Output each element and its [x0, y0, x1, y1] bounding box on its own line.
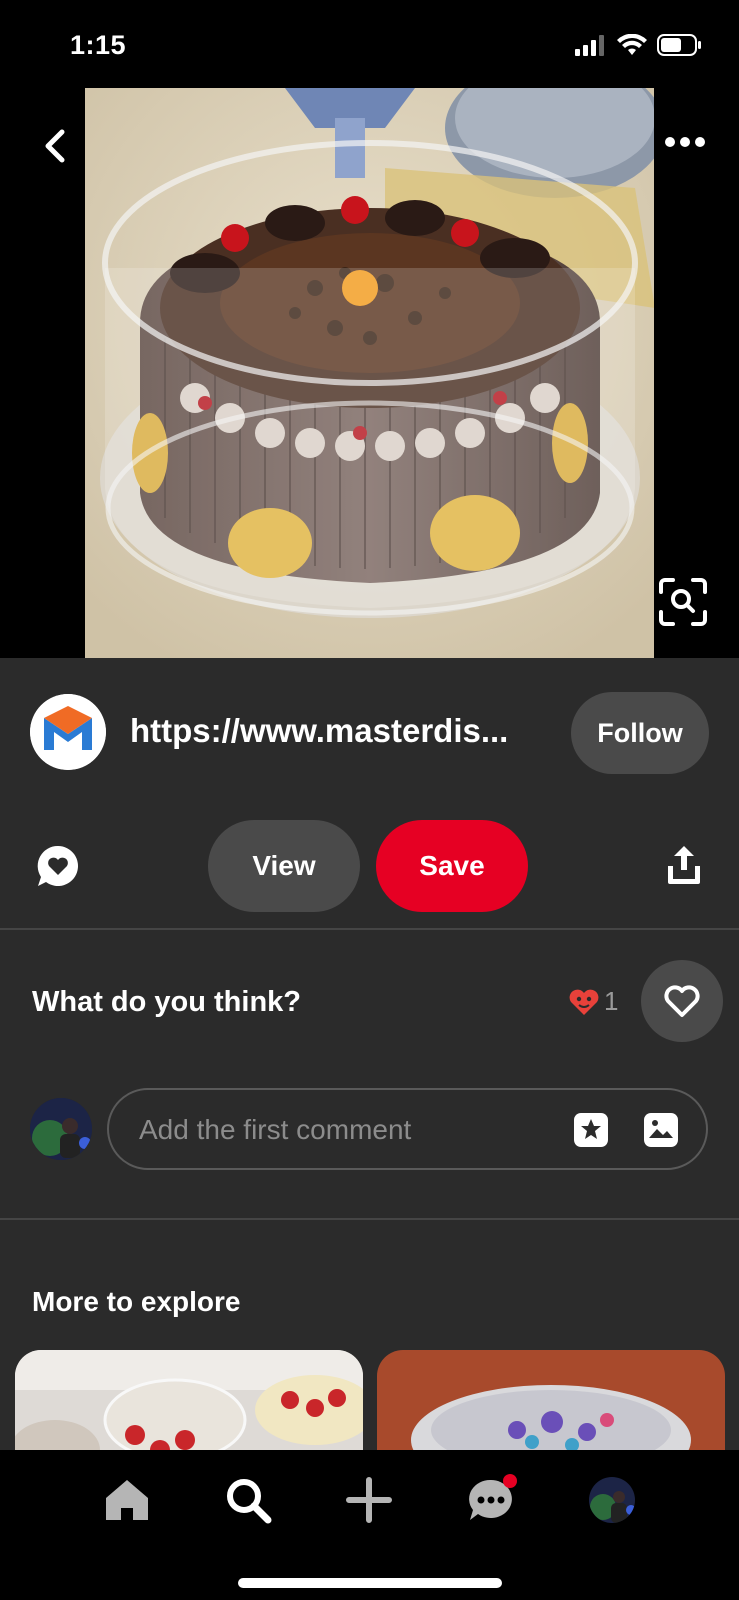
like-button[interactable] — [641, 960, 723, 1042]
reaction-summary[interactable]: 1 — [568, 986, 618, 1017]
share-button[interactable] — [665, 844, 703, 886]
cellular-signal-icon — [575, 35, 604, 56]
section-divider — [0, 1218, 739, 1220]
comment-input[interactable]: Add the first comment — [107, 1088, 708, 1170]
feedback-prompt: What do you think? — [32, 986, 302, 1018]
bottom-tab-bar — [0, 1450, 739, 1600]
pin-hero — [0, 88, 739, 658]
tab-messages[interactable] — [461, 1472, 521, 1528]
section-divider — [0, 928, 739, 930]
tab-profile[interactable] — [582, 1472, 642, 1528]
profile-avatar — [589, 1477, 635, 1523]
pin-details-panel: https://www.masterdis... Follow View Sav… — [0, 658, 739, 1470]
back-chevron-icon — [45, 129, 65, 163]
comment-button[interactable] — [36, 844, 80, 888]
user-avatar[interactable] — [30, 1098, 92, 1160]
status-bar: 1:15 — [0, 0, 739, 88]
search-icon — [227, 1479, 272, 1524]
view-button[interactable]: View — [208, 820, 360, 912]
visual-search-button[interactable] — [657, 576, 709, 628]
save-button[interactable]: Save — [376, 820, 528, 912]
pin-action-row: View Save — [0, 820, 739, 912]
share-icon — [668, 846, 700, 884]
creator-logo[interactable] — [30, 694, 106, 770]
back-button[interactable] — [40, 128, 70, 164]
heart-outline-icon — [664, 985, 700, 1017]
tab-search[interactable] — [218, 1472, 278, 1528]
comment-heart-icon — [37, 845, 78, 886]
status-time: 1:15 — [70, 30, 127, 60]
sticker-icon — [574, 1113, 608, 1147]
photo-button[interactable] — [643, 1112, 679, 1148]
reaction-count: 1 — [604, 986, 619, 1016]
creator-row: https://www.masterdis... Follow — [0, 692, 739, 776]
cake-photo[interactable] — [85, 88, 654, 658]
visual-search-icon — [659, 578, 707, 626]
feedback-row: What do you think? 1 — [0, 960, 739, 1042]
sticker-button[interactable] — [573, 1112, 609, 1148]
home-icon — [106, 1480, 148, 1520]
create-icon — [346, 1477, 392, 1523]
wifi-icon — [617, 34, 647, 55]
notification-dot — [503, 1474, 517, 1488]
home-indicator — [238, 1578, 502, 1588]
creator-url[interactable]: https://www.masterdis... — [130, 712, 508, 750]
tab-home[interactable] — [97, 1472, 157, 1528]
more-dots-icon — [665, 137, 705, 147]
image-icon — [644, 1113, 678, 1147]
comment-row: Add the first comment — [0, 1088, 739, 1170]
follow-button[interactable]: Follow — [571, 692, 709, 774]
comment-placeholder: Add the first comment — [139, 1114, 412, 1145]
more-options-button[interactable] — [663, 130, 707, 154]
status-icons — [575, 34, 703, 56]
tab-create[interactable] — [339, 1472, 399, 1528]
more-to-explore-title: More to explore — [32, 1286, 241, 1317]
heart-eyes-reaction-icon — [569, 989, 599, 1015]
battery-icon — [657, 34, 701, 56]
